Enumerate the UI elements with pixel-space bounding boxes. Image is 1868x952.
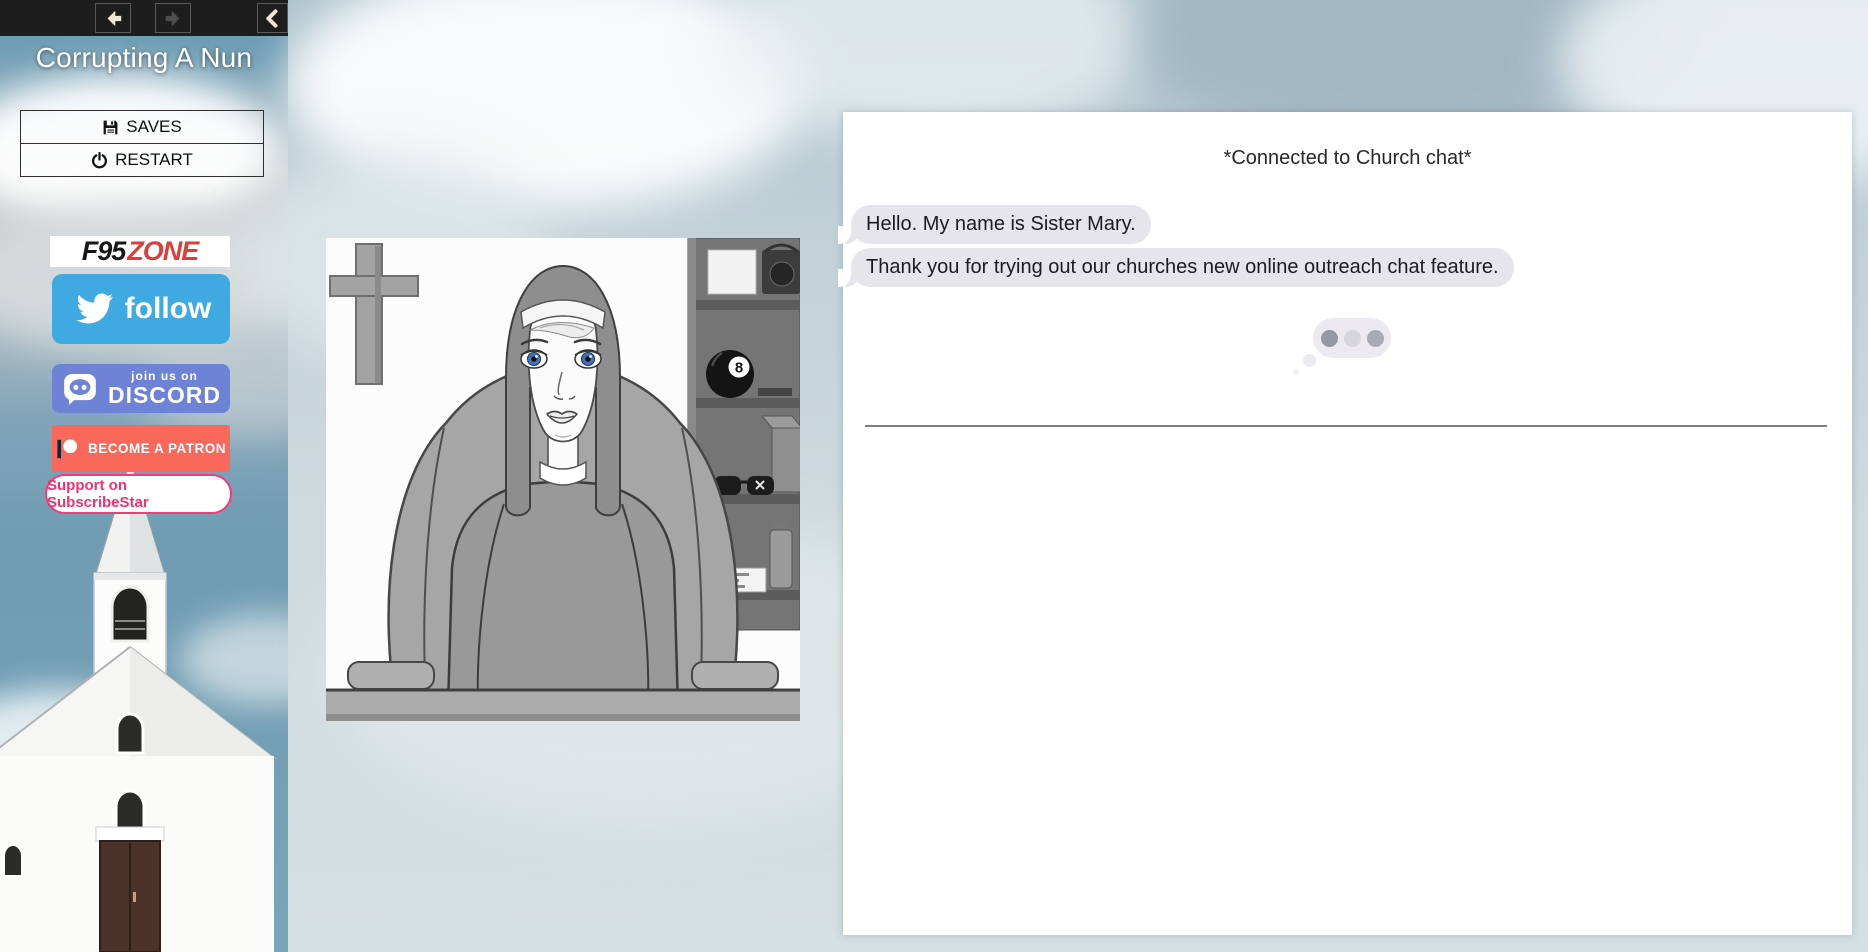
restart-label: RESTART [115,150,193,170]
chat-message-bubble: Thank you for trying out our churches ne… [851,248,1514,287]
patreon-link[interactable]: BECOME A PATRON [52,425,230,472]
f95zone-logo-part1: F95 [82,236,126,267]
f95zone-logo-part2: ZONE [127,236,198,267]
floppy-disk-icon [102,119,119,136]
chevron-left-icon [263,9,282,28]
saves-button[interactable]: SAVES [20,110,264,144]
typing-indicator [1313,318,1391,358]
f95zone-link[interactable]: F95ZONE [50,236,230,267]
history-nav-bar [0,0,288,36]
typing-dot [1367,330,1384,347]
typing-dot [1321,330,1338,347]
restart-button[interactable]: RESTART [20,143,264,177]
subscribestar-label: Support on SubscribeStar [47,477,230,511]
church-photo [0,455,288,952]
discord-wordmark: DISCORD [108,384,221,407]
sky-cloud [288,0,808,210]
patreon-label: BECOME A PATRON [88,441,226,456]
discord-icon [61,370,99,408]
arrow-left-icon [104,9,123,28]
sidebar-menu: SAVES RESTART [20,110,264,177]
forward-button[interactable] [155,3,191,33]
main-area: 8 [288,0,1868,952]
back-button[interactable] [95,3,131,33]
sidebar: Corrupting A Nun SAVES RESTART [0,0,288,952]
typing-indicator-bubble [1313,318,1391,358]
chat-divider [865,425,1827,427]
patreon-icon [56,438,78,460]
twitter-bird-icon [71,289,117,329]
subscribestar-link[interactable]: Support on SubscribeStar [45,474,232,514]
svg-text:8: 8 [735,360,743,377]
power-icon [91,152,108,169]
discord-join-label: join us on [131,370,198,382]
game-title: Corrupting A Nun [0,42,288,74]
chat-message-bubble: Hello. My name is Sister Mary. [851,205,1151,244]
typing-dot [1344,330,1361,347]
boombox-icon [762,245,800,294]
collapse-sidebar-button[interactable] [257,3,288,33]
discord-link[interactable]: join us on DISCORD [52,364,230,413]
nun-scene-image: 8 [326,238,800,721]
twitter-follow-link[interactable]: follow [52,274,230,344]
game-screen: Corrupting A Nun SAVES RESTART [0,0,1868,952]
twitter-follow-label: follow [125,292,212,326]
eight-ball: 8 [706,350,754,398]
chat-panel: *Connected to Church chat* Hello. My nam… [843,112,1852,935]
saves-label: SAVES [126,117,181,137]
chat-status: *Connected to Church chat* [843,147,1852,170]
spray-can [770,522,792,588]
arrow-right-icon [164,9,183,28]
